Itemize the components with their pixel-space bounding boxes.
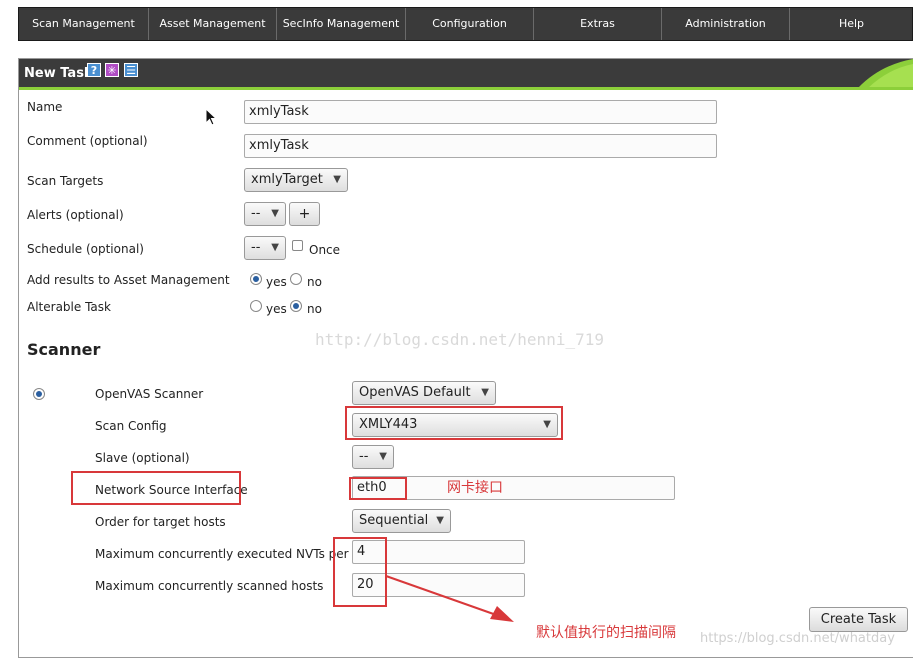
help-icon[interactable]: ? <box>87 63 101 77</box>
comment-input[interactable]: xmlyTask <box>244 134 717 158</box>
scanner-heading: Scanner <box>27 340 101 359</box>
schedule-once-label: Once <box>309 243 341 257</box>
network-interface-input-highlight <box>349 477 407 500</box>
max-values-highlight <box>333 537 387 607</box>
corner-watermark: https://blog.csdn.net/whatday <box>700 631 895 646</box>
order-label: Order for target hosts <box>95 515 226 529</box>
add-results-yes-radio[interactable] <box>250 273 262 285</box>
panel-title: New Task <box>24 66 93 81</box>
max-hosts-label: Maximum concurrently scanned hosts <box>95 579 324 593</box>
nav-administration[interactable]: Administration <box>662 8 790 40</box>
header-accent-line <box>19 87 913 90</box>
schedule-value: -- <box>251 240 261 255</box>
chevron-down-icon: ▼ <box>379 451 387 462</box>
header-decoration <box>840 59 913 88</box>
slave-label: Slave (optional) <box>95 451 190 465</box>
nav-help[interactable]: Help <box>790 8 913 40</box>
alterable-no-label: no <box>307 302 322 316</box>
slave-value: -- <box>359 449 369 464</box>
scanner-value: OpenVAS Default <box>359 385 471 400</box>
add-results-yes-label: yes <box>266 275 287 289</box>
scan-targets-label: Scan Targets <box>27 174 104 188</box>
add-results-no-radio[interactable] <box>290 273 302 285</box>
scan-targets-value: xmlyTarget <box>251 172 323 187</box>
scanner-select[interactable]: OpenVAS Default ▼ <box>352 381 496 405</box>
nav-extras[interactable]: Extras <box>534 8 662 40</box>
interval-annotation: 默认值执行的扫描间隔 <box>536 625 676 641</box>
alterable-yes-radio[interactable] <box>250 300 262 312</box>
order-value: Sequential <box>359 513 429 528</box>
scan-config-highlight <box>345 406 563 440</box>
alterable-label: Alterable Task <box>27 300 111 314</box>
name-label: Name <box>27 100 63 114</box>
chevron-down-icon: ▼ <box>333 174 341 185</box>
openvas-scanner-label: OpenVAS Scanner <box>95 387 204 401</box>
nav-asset-management[interactable]: Asset Management <box>149 8 277 40</box>
chevron-down-icon: ▼ <box>481 387 489 398</box>
add-results-no-label: no <box>307 275 322 289</box>
mouse-cursor-icon <box>205 108 217 126</box>
list-icon[interactable]: ☰ <box>124 63 138 77</box>
schedule-label: Schedule (optional) <box>27 242 144 256</box>
wizard-icon[interactable]: ✳ <box>105 63 119 77</box>
nav-configuration[interactable]: Configuration <box>406 8 534 40</box>
scan-config-label: Scan Config <box>95 419 167 433</box>
name-input[interactable]: xmlyTask <box>244 100 717 124</box>
top-nav: Scan Management Asset Management SecInfo… <box>18 7 913 41</box>
alterable-yes-label: yes <box>266 302 287 316</box>
chevron-down-icon: ▼ <box>436 515 444 526</box>
chevron-down-icon: ▼ <box>271 242 279 253</box>
comment-label: Comment (optional) <box>27 134 148 148</box>
network-interface-label-highlight <box>71 471 241 505</box>
create-task-button[interactable]: Create Task <box>809 607 908 632</box>
alerts-label: Alerts (optional) <box>27 208 124 222</box>
order-select[interactable]: Sequential ▼ <box>352 509 451 533</box>
add-alert-button[interactable]: + <box>289 202 320 226</box>
schedule-select[interactable]: -- ▼ <box>244 236 286 260</box>
alerts-select[interactable]: -- ▼ <box>244 202 286 226</box>
chevron-down-icon: ▼ <box>271 208 279 219</box>
alerts-value: -- <box>251 206 261 221</box>
watermark-text: http://blog.csdn.net/henni_719 <box>315 330 604 349</box>
slave-select[interactable]: -- ▼ <box>352 445 394 469</box>
schedule-once-checkbox[interactable] <box>292 240 303 251</box>
panel-header <box>19 59 913 88</box>
scan-targets-select[interactable]: xmlyTarget ▼ <box>244 168 348 192</box>
alterable-no-radio[interactable] <box>290 300 302 312</box>
nav-secinfo-management[interactable]: SecInfo Management <box>277 8 406 40</box>
add-results-label: Add results to Asset Management <box>27 273 230 287</box>
openvas-scanner-radio[interactable] <box>33 388 45 400</box>
iface-annotation: 网卡接口 <box>447 480 503 496</box>
nav-scan-management[interactable]: Scan Management <box>19 8 149 40</box>
annotation-arrow-icon <box>385 575 514 622</box>
